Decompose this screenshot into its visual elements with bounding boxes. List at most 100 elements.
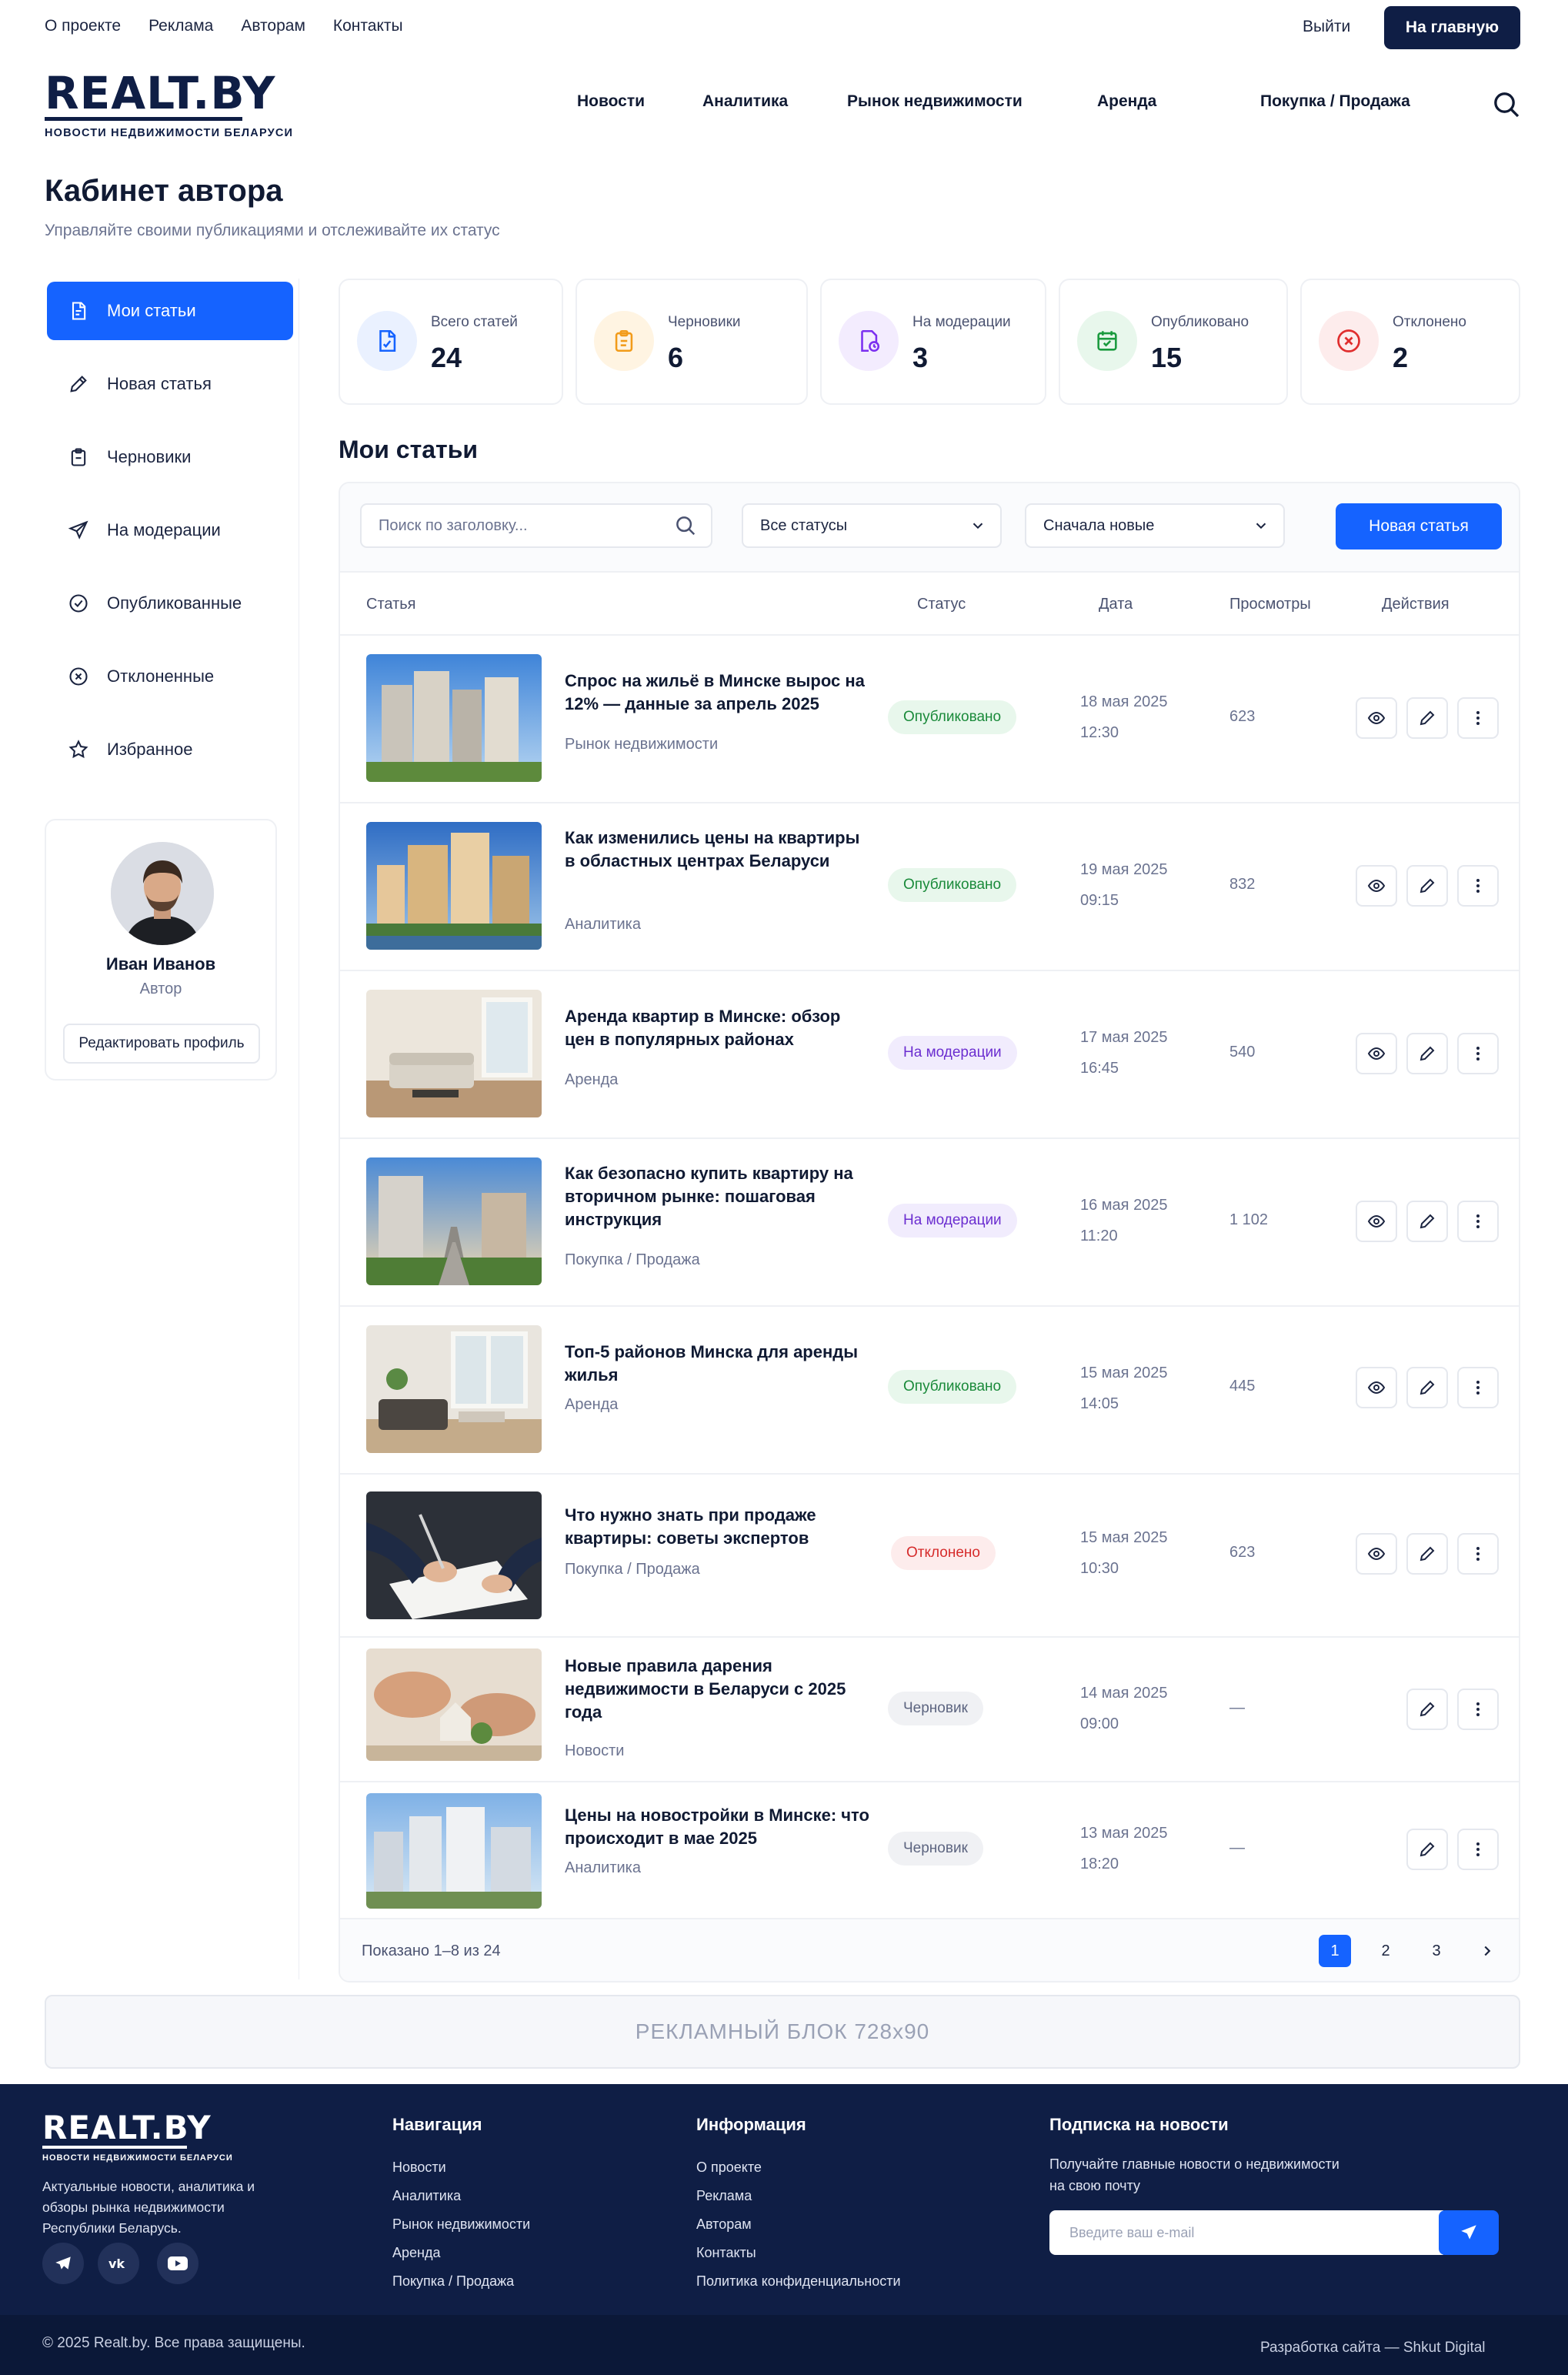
edit-button[interactable] [1406, 697, 1448, 739]
article-title[interactable]: Как безопасно купить квартиру на вторичн… [565, 1162, 872, 1231]
footer-link[interactable]: Рынок недвижимости [392, 2216, 530, 2233]
footer-link[interactable]: Аренда [392, 2245, 440, 2261]
search-icon[interactable] [674, 514, 697, 537]
edit-button[interactable] [1406, 865, 1448, 907]
edit-profile-button[interactable]: Редактировать профиль [63, 1024, 260, 1064]
subscribe-text: Получайте главные новости о недвижимости… [1049, 2153, 1339, 2196]
footer-link[interactable]: О проекте [696, 2160, 762, 2176]
article-title[interactable]: Аренда квартир в Минске: обзор цен в поп… [565, 1005, 872, 1051]
sidebar-item-new-article[interactable]: Новая статья [47, 355, 293, 413]
article-title[interactable]: Спрос на жильё в Минске вырос на 12% — д… [565, 670, 872, 716]
table-row[interactable]: Топ-5 районов Минска для аренды жилья Ар… [340, 1307, 1519, 1475]
table-row[interactable]: Новые правила дарения недвижимости в Бел… [340, 1638, 1519, 1782]
sidebar-item-my-articles[interactable]: Мои статьи [47, 282, 293, 340]
view-button[interactable] [1356, 1201, 1397, 1242]
table-row[interactable]: Как безопасно купить квартиру на вторичн… [340, 1139, 1519, 1307]
nav-rent[interactable]: Аренда [1097, 92, 1156, 111]
sidebar-item-moderation[interactable]: На модерации [47, 501, 293, 560]
page-3[interactable]: 3 [1420, 1935, 1453, 1967]
view-button[interactable] [1356, 1533, 1397, 1575]
sidebar-item-favorites[interactable]: Избранное [47, 720, 293, 779]
logo-tagline: НОВОСТИ НЕДВИЖИМОСТИ БЕЛАРУСИ [45, 127, 294, 139]
article-title[interactable]: Новые правила дарения недвижимости в Бел… [565, 1655, 872, 1724]
next-page-button[interactable] [1471, 1935, 1503, 1967]
footer-link[interactable]: Политика конфиденциальности [696, 2273, 901, 2290]
logout-link[interactable]: Выйти [1303, 18, 1350, 36]
time-text: 11:20 [1080, 1228, 1118, 1244]
youtube-icon[interactable] [157, 2243, 199, 2284]
telegram-icon[interactable] [42, 2243, 84, 2284]
view-button[interactable] [1356, 697, 1397, 739]
more-button[interactable] [1457, 1201, 1499, 1242]
article-title[interactable]: Что нужно знать при продаже квартиры: со… [565, 1504, 872, 1550]
subscribe-button[interactable] [1439, 2210, 1499, 2255]
top-link-contacts[interactable]: Контакты [333, 17, 403, 35]
page-1[interactable]: 1 [1319, 1935, 1351, 1967]
edit-button[interactable] [1406, 1367, 1448, 1408]
pagination-bar: Показано 1–8 из 24 1 2 3 [340, 1919, 1519, 1981]
footer-link[interactable]: Покупка / Продажа [392, 2273, 514, 2290]
view-button[interactable] [1356, 1367, 1397, 1408]
footer-link[interactable]: Новости [392, 2160, 446, 2176]
nav-news[interactable]: Новости [577, 92, 645, 111]
view-button[interactable] [1356, 865, 1397, 907]
edit-button[interactable] [1406, 1533, 1448, 1575]
view-button[interactable] [1356, 1033, 1397, 1074]
home-button[interactable]: На главную [1384, 6, 1520, 49]
table-row[interactable]: Как изменились цены на квартиры в област… [340, 803, 1519, 971]
sidebar-item-drafts[interactable]: Черновики [47, 428, 293, 486]
more-button[interactable] [1457, 1689, 1499, 1730]
footer-logo[interactable]: REALT.BY [42, 2109, 212, 2146]
top-link-authors[interactable]: Авторам [241, 17, 305, 35]
table-header: Статья Статус Дата Просмотры Действия [340, 573, 1519, 636]
ad-banner[interactable]: РЕКЛАМНЫЙ БЛОК 728x90 [45, 1995, 1520, 2069]
col-status: Статус [917, 596, 966, 613]
site-logo[interactable]: REALT.BY НОВОСТИ НЕДВИЖИМОСТИ БЕЛАРУСИ [45, 71, 293, 139]
more-button[interactable] [1457, 1829, 1499, 1870]
sidebar-item-rejected[interactable]: Отклоненные [47, 647, 293, 706]
nav-buy-sell[interactable]: Покупка / Продажа [1260, 92, 1410, 111]
edit-button[interactable] [1406, 1201, 1448, 1242]
footer-link[interactable]: Аналитика [392, 2188, 461, 2204]
table-row[interactable]: Что нужно знать при продаже квартиры: со… [340, 1475, 1519, 1638]
stat-card-moderation: На модерации 3 [820, 279, 1046, 405]
search-input[interactable]: Поиск по заголовку... [360, 503, 712, 548]
filter-bar: Поиск по заголовку... Все статусы Сначал… [340, 483, 1519, 573]
more-button[interactable] [1457, 1033, 1499, 1074]
article-title[interactable]: Как изменились цены на квартиры в област… [565, 827, 872, 873]
footer-link[interactable]: Авторам [696, 2216, 752, 2233]
edit-button[interactable] [1406, 1689, 1448, 1730]
sidebar-item-published[interactable]: Опубликованные [47, 574, 293, 633]
table-row[interactable]: Аренда квартир в Минске: обзор цен в поп… [340, 971, 1519, 1139]
email-input[interactable]: Введите ваш e-mail [1049, 2210, 1443, 2255]
footer-link[interactable]: Реклама [696, 2188, 752, 2204]
more-vertical-icon [1476, 1047, 1480, 1061]
table-row[interactable]: Цены на новостройки в Минске: что происх… [340, 1782, 1519, 1919]
top-link-about[interactable]: О проекте [45, 17, 121, 35]
nav-market[interactable]: Рынок недвижимости [847, 92, 1023, 111]
footer-link[interactable]: Контакты [696, 2245, 756, 2261]
article-title[interactable]: Цены на новостройки в Минске: что происх… [565, 1804, 872, 1850]
more-button[interactable] [1457, 697, 1499, 739]
more-button[interactable] [1457, 865, 1499, 907]
more-button[interactable] [1457, 1367, 1499, 1408]
profile-role: Автор [139, 980, 182, 997]
search-icon[interactable] [1491, 89, 1522, 120]
stat-card-rejected: Отклонено 2 [1300, 279, 1520, 405]
page-2[interactable]: 2 [1369, 1935, 1402, 1967]
nav-analytics[interactable]: Аналитика [702, 92, 788, 111]
more-button[interactable] [1457, 1533, 1499, 1575]
table-row[interactable]: Спрос на жильё в Минске вырос на 12% — д… [340, 636, 1519, 803]
top-link-ads[interactable]: Реклама [148, 17, 213, 35]
edit-button[interactable] [1406, 1033, 1448, 1074]
new-article-button[interactable]: Новая статья [1336, 503, 1502, 549]
stat-card-total: Всего статей 24 [339, 279, 563, 405]
time-text: 16:45 [1080, 1060, 1119, 1077]
developer-credit[interactable]: Разработка сайта — Shkut Digital [1260, 2340, 1486, 2357]
status-badge: Черновик [888, 1692, 983, 1725]
sort-select[interactable]: Сначала новые [1025, 503, 1285, 548]
edit-button[interactable] [1406, 1829, 1448, 1870]
status-select[interactable]: Все статусы [742, 503, 1002, 548]
article-title[interactable]: Топ-5 районов Минска для аренды жилья [565, 1341, 872, 1387]
vk-icon[interactable]: vk [98, 2243, 139, 2284]
